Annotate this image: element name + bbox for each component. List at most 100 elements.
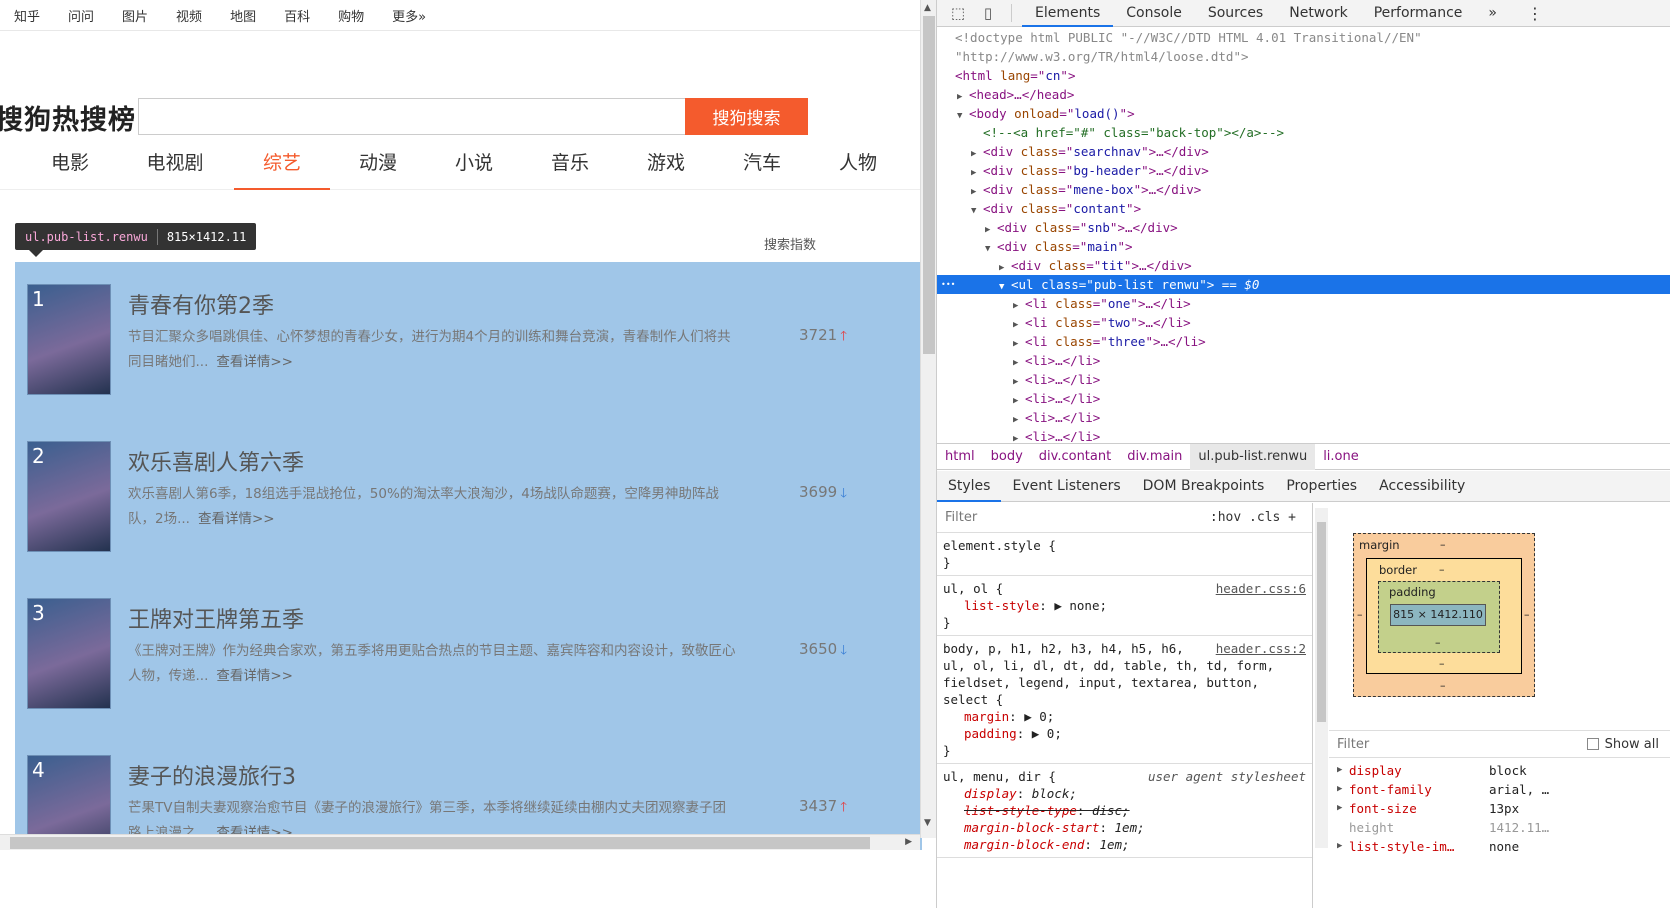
list-item[interactable]: 3 王牌对王牌第五季 《王牌对王牌》作为经典合家欢，第五季将用更贴合热点的节目主题、…: [15, 576, 922, 733]
breadcrumb-item[interactable]: ul.pub-list.renwu: [1190, 443, 1316, 470]
tab-elements[interactable]: Elements: [1022, 0, 1114, 27]
collapsed-triangle-icon[interactable]: ▶: [1013, 430, 1025, 442]
css-rule[interactable]: element.style {}: [937, 533, 1312, 576]
list-item[interactable]: 1 青春有你第2季 节目汇聚众多唱跳俱佳、心怀梦想的青春少女，进行为期4个月的训练和…: [15, 262, 922, 419]
item-title[interactable]: 欢乐喜剧人第六季: [128, 445, 304, 477]
category-tab[interactable]: 人物: [810, 141, 906, 190]
dom-node[interactable]: ▼ <div class="contant">: [937, 199, 1670, 218]
topnav-item[interactable]: 地图: [230, 6, 256, 25]
more-link[interactable]: 查看详情>>: [216, 668, 293, 684]
kebab-menu-icon[interactable]: ⋮: [1527, 4, 1543, 23]
css-property[interactable]: margin-block-start: 1em;: [943, 819, 1306, 836]
thumbnail-image[interactable]: 3: [27, 598, 111, 709]
tab-performance[interactable]: Performance: [1361, 0, 1476, 27]
search-button[interactable]: 搜狗搜索: [685, 98, 808, 135]
breadcrumb-item[interactable]: body: [983, 444, 1031, 470]
property-name[interactable]: margin-block-end: [964, 837, 1084, 852]
category-tab[interactable]: 电影: [22, 141, 118, 190]
dom-node[interactable]: ▶ <div class="snb">…</div>: [937, 218, 1670, 237]
dom-node[interactable]: ▼ <body onload="load()">: [937, 104, 1670, 123]
box-model-border[interactable]: border – – padding – 815 × 1412.110: [1366, 558, 1522, 674]
box-model-padding[interactable]: padding – 815 × 1412.110: [1378, 581, 1500, 653]
item-title[interactable]: 妻子的浪漫旅行3: [128, 759, 296, 791]
property-name[interactable]: margin: [964, 709, 1009, 724]
scrollbar-thumb[interactable]: [923, 16, 935, 354]
computed-filter-input[interactable]: Filter: [1337, 737, 1369, 752]
thumbnail-image[interactable]: 2: [27, 441, 111, 552]
rule-source[interactable]: header.css:2: [1216, 640, 1306, 657]
subtab-dom-breakpoints[interactable]: DOM Breakpoints: [1132, 471, 1276, 502]
item-title[interactable]: 青春有你第2季: [128, 288, 274, 320]
styles-filter-input[interactable]: Filter: [945, 510, 977, 525]
dom-node[interactable]: ▶ <li>…</li>: [937, 351, 1670, 370]
item-title[interactable]: 王牌对王牌第五季: [128, 602, 304, 634]
css-property[interactable]: margin: ▶ 0;: [943, 708, 1306, 725]
topnav-item[interactable]: 图片: [122, 6, 148, 25]
css-property[interactable]: display: block;: [943, 785, 1306, 802]
thumbnail-image[interactable]: 1: [27, 284, 111, 395]
dom-node[interactable]: "http://www.w3.org/TR/html4/loose.dtd">: [937, 47, 1670, 66]
subtab-properties[interactable]: Properties: [1275, 471, 1368, 502]
category-tab[interactable]: 动漫: [330, 141, 426, 190]
dom-node[interactable]: ▶ <div class="bg-header">…</div>: [937, 161, 1670, 180]
dom-node[interactable]: <html lang="cn">: [937, 66, 1670, 85]
css-property[interactable]: list-style: ▶ none;: [943, 597, 1306, 614]
scroll-up-icon[interactable]: ▲: [924, 3, 931, 13]
collapsed-triangle-icon[interactable]: ▶: [1337, 780, 1349, 799]
dom-node[interactable]: ▼ <div class="main">: [937, 237, 1670, 256]
property-value[interactable]: ▶ 0;: [1032, 726, 1062, 741]
rule-source[interactable]: header.css:6: [1216, 580, 1306, 597]
collapsed-triangle-icon[interactable]: ▶: [1337, 799, 1349, 818]
property-name[interactable]: padding: [964, 726, 1017, 741]
dom-node[interactable]: ▶ <li class="one">…</li>: [937, 294, 1670, 313]
dom-node[interactable]: ▶ <div class="mene-box">…</div>: [937, 180, 1670, 199]
property-name[interactable]: list-style: [964, 598, 1039, 613]
styles-scrollbar[interactable]: [1315, 508, 1328, 848]
styles-filter[interactable]: Filter :hov .cls +: [937, 503, 1312, 533]
dom-node[interactable]: ▶ <li>…</li>: [937, 408, 1670, 427]
inspect-element-icon[interactable]: ⬚: [949, 4, 967, 22]
property-name[interactable]: display: [964, 786, 1017, 801]
dom-node[interactable]: <!doctype html PUBLIC "-//W3C//DTD HTML …: [937, 28, 1670, 47]
topnav-item[interactable]: 更多»: [392, 6, 426, 25]
css-rule[interactable]: ul, menu, dir {user agent stylesheet disp…: [937, 764, 1312, 858]
selected-node-dots-icon[interactable]: •••: [941, 275, 955, 294]
dom-node[interactable]: ▶ <li class="two">…</li>: [937, 313, 1670, 332]
category-tab[interactable]: 电视剧: [118, 141, 232, 190]
breadcrumb-item[interactable]: div.main: [1119, 444, 1190, 470]
page-vertical-scrollbar[interactable]: ▲ ▼: [920, 0, 936, 838]
search-input[interactable]: [138, 98, 686, 135]
subtab-event-listeners[interactable]: Event Listeners: [1001, 471, 1131, 502]
scroll-right-icon[interactable]: ▶: [905, 837, 912, 847]
dom-node[interactable]: ▶ <li>…</li>: [937, 389, 1670, 408]
tab-sources[interactable]: Sources: [1195, 0, 1276, 27]
dom-node[interactable]: ▶ <li>…</li>: [937, 370, 1670, 389]
category-tab[interactable]: 综艺: [234, 141, 330, 190]
styles-filter-options[interactable]: :hov .cls +: [1210, 510, 1296, 525]
dom-node[interactable]: ▶ <li class="three">…</li>: [937, 332, 1670, 351]
subtab-styles[interactable]: Styles: [937, 471, 1002, 502]
computed-row[interactable]: ▶ font-size 13px: [1329, 799, 1670, 818]
css-property[interactable]: padding: ▶ 0;: [943, 725, 1306, 742]
dom-node[interactable]: ▶ <div class="searchnav">…</div>: [937, 142, 1670, 161]
topnav-item[interactable]: 视频: [176, 6, 202, 25]
box-model-margin[interactable]: margin – – – – border – – padding – 815 …: [1353, 533, 1535, 697]
computed-row[interactable]: ▶ font-family arial, …: [1329, 780, 1670, 799]
property-name[interactable]: margin-block-start: [964, 820, 1099, 835]
breadcrumb-item[interactable]: div.contant: [1031, 444, 1119, 470]
tab-console[interactable]: Console: [1113, 0, 1195, 27]
breadcrumb-item[interactable]: html: [937, 444, 983, 470]
topnav-item[interactable]: 知乎: [14, 6, 40, 25]
tab-network[interactable]: Network: [1276, 0, 1360, 27]
property-value[interactable]: ▶ 0;: [1024, 709, 1054, 724]
more-tabs-icon[interactable]: »: [1475, 0, 1510, 27]
category-tab[interactable]: 音乐: [522, 141, 618, 190]
subtab-accessibility[interactable]: Accessibility: [1368, 471, 1476, 502]
property-value[interactable]: 1em;: [1099, 837, 1129, 852]
breadcrumb-item[interactable]: li.one: [1315, 444, 1367, 470]
css-rule[interactable]: body, p, h1, h2, h3, h4, h5, h6, ul, ol,…: [937, 636, 1312, 764]
topnav-item[interactable]: 百科: [284, 6, 310, 25]
computed-row[interactable]: height 1412.11…: [1329, 818, 1670, 837]
show-all-checkbox[interactable]: [1586, 738, 1599, 750]
scroll-down-icon[interactable]: ▼: [924, 818, 931, 828]
